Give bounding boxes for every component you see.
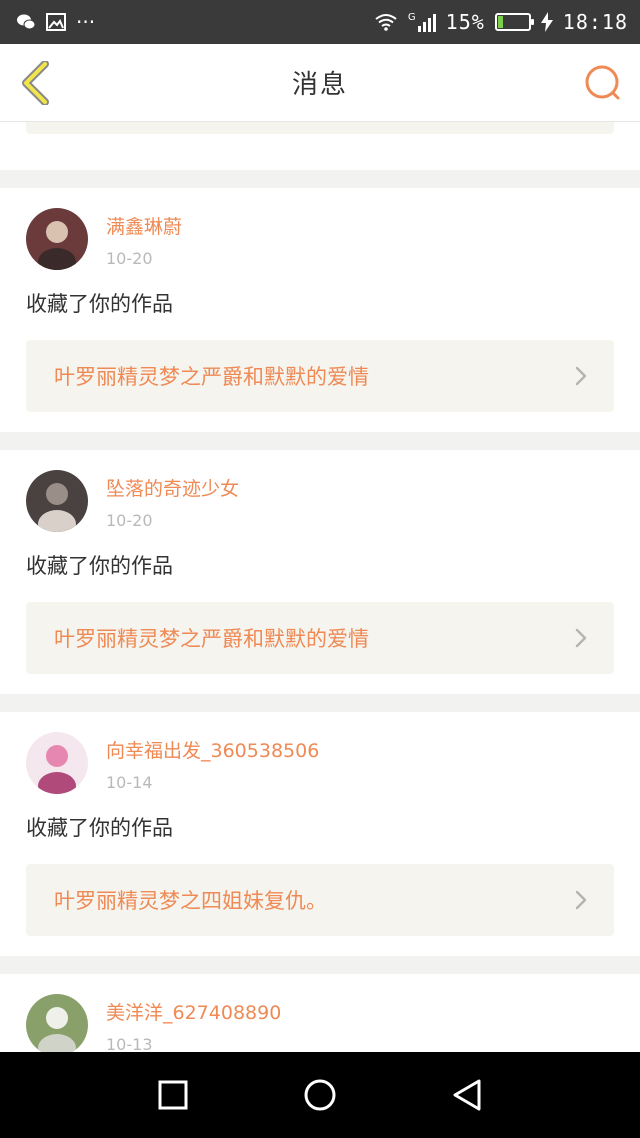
avatar-image [26, 732, 88, 794]
action-text: 收藏了你的作品 [26, 292, 173, 316]
back-button[interactable] [14, 58, 58, 108]
message-card: 美洋洋_627408890 10-13 [0, 974, 640, 1052]
user-info: 坠落的奇迹少女 10-20 [106, 470, 239, 530]
image-icon [46, 13, 66, 31]
avatar[interactable] [26, 470, 88, 532]
avatar-image [26, 208, 88, 270]
avatar[interactable] [26, 732, 88, 794]
system-back-button[interactable] [445, 1073, 489, 1117]
user-info: 美洋洋_627408890 10-13 [106, 994, 281, 1052]
signal-indicator: G [408, 12, 436, 32]
username[interactable]: 坠落的奇迹少女 [106, 474, 239, 501]
battery-icon [494, 13, 534, 31]
network-label: G [407, 12, 416, 23]
message-date: 10-20 [106, 249, 153, 268]
action-text: 收藏了你的作品 [26, 816, 173, 840]
recent-apps-button[interactable] [151, 1073, 195, 1117]
work-link[interactable] [26, 122, 614, 134]
app-header: 消息 [0, 44, 640, 122]
work-link[interactable]: 叶罗丽精灵梦之严爵和默默的爱情 [26, 340, 614, 412]
username[interactable]: 满鑫琳蔚 [106, 212, 182, 239]
avatar[interactable] [26, 208, 88, 270]
work-link[interactable]: 叶罗丽精灵梦之严爵和默默的爱情 [26, 602, 614, 674]
card-header: 美洋洋_627408890 10-13 [26, 994, 614, 1052]
card-header: 坠落的奇迹少女 10-20 [26, 470, 614, 532]
message-date: 10-14 [106, 773, 153, 792]
user-info: 向幸福出发_360538506 10-14 [106, 732, 319, 792]
battery-level [497, 16, 503, 28]
user-info: 满鑫琳蔚 10-20 [106, 208, 182, 268]
status-bar: ··· G 15% 18:18 [0, 0, 640, 44]
message-feed[interactable]: 满鑫琳蔚 10-20 收藏了你的作品 叶罗丽精灵梦之严爵和默默的爱情 坠落的奇迹少女 10… [0, 122, 640, 1052]
search-icon [585, 65, 620, 100]
signal-icon [417, 14, 436, 32]
message-list: 满鑫琳蔚 10-20 收藏了你的作品 叶罗丽精灵梦之严爵和默默的爱情 坠落的奇迹少女 10… [0, 122, 640, 1052]
avatar-image [26, 470, 88, 532]
work-link[interactable]: 叶罗丽精灵梦之四姐妹复仇。 [26, 864, 614, 936]
system-nav-bar [0, 1052, 640, 1138]
home-button[interactable] [298, 1073, 342, 1117]
chevron-right-icon [575, 366, 587, 386]
wechat-icon [17, 14, 36, 30]
chevron-left-icon [22, 61, 49, 105]
work-title: 叶罗丽精灵梦之严爵和默默的爱情 [54, 627, 369, 651]
message-date: 10-13 [106, 1035, 153, 1052]
message-card: 满鑫琳蔚 10-20 收藏了你的作品叶罗丽精灵梦之严爵和默默的爱情 [0, 188, 640, 432]
clock: 18:18 [562, 10, 628, 34]
page-title: 消息 [291, 70, 348, 100]
search-button[interactable] [582, 62, 626, 106]
charging-icon [540, 12, 553, 32]
message-card: 坠落的奇迹少女 10-20 收藏了你的作品叶罗丽精灵梦之严爵和默默的爱情 [0, 450, 640, 694]
action-text: 收藏了你的作品 [26, 554, 173, 578]
back-triangle-icon [453, 1079, 481, 1111]
status-right: G 15% 18:18 [374, 10, 628, 34]
username[interactable]: 美洋洋_627408890 [106, 998, 281, 1025]
recent-apps-icon [158, 1080, 188, 1110]
avatar-image [26, 994, 88, 1052]
message-date: 10-20 [106, 511, 153, 530]
username[interactable]: 向幸福出发_360538506 [106, 736, 319, 763]
message-card [0, 122, 640, 170]
avatar[interactable] [26, 994, 88, 1052]
card-header: 向幸福出发_360538506 10-14 [26, 732, 614, 794]
message-card: 向幸福出发_360538506 10-14 收藏了你的作品叶罗丽精灵梦之四姐妹复仇。 [0, 712, 640, 956]
chevron-right-icon [575, 628, 587, 648]
more-icon: ··· [76, 10, 96, 34]
chevron-right-icon [575, 890, 587, 910]
card-header: 满鑫琳蔚 10-20 [26, 208, 614, 270]
status-left: ··· [16, 10, 96, 34]
wifi-icon [375, 14, 397, 31]
home-icon [304, 1079, 336, 1111]
work-title: 叶罗丽精灵梦之严爵和默默的爱情 [54, 365, 369, 389]
work-title: 叶罗丽精灵梦之四姐妹复仇。 [54, 889, 327, 913]
battery-percent: 15% [445, 10, 485, 34]
messages-screen: ··· G 15% 18:18 消息 满鑫琳蔚 10-20 收藏了你的作品 叶罗… [0, 0, 640, 1138]
